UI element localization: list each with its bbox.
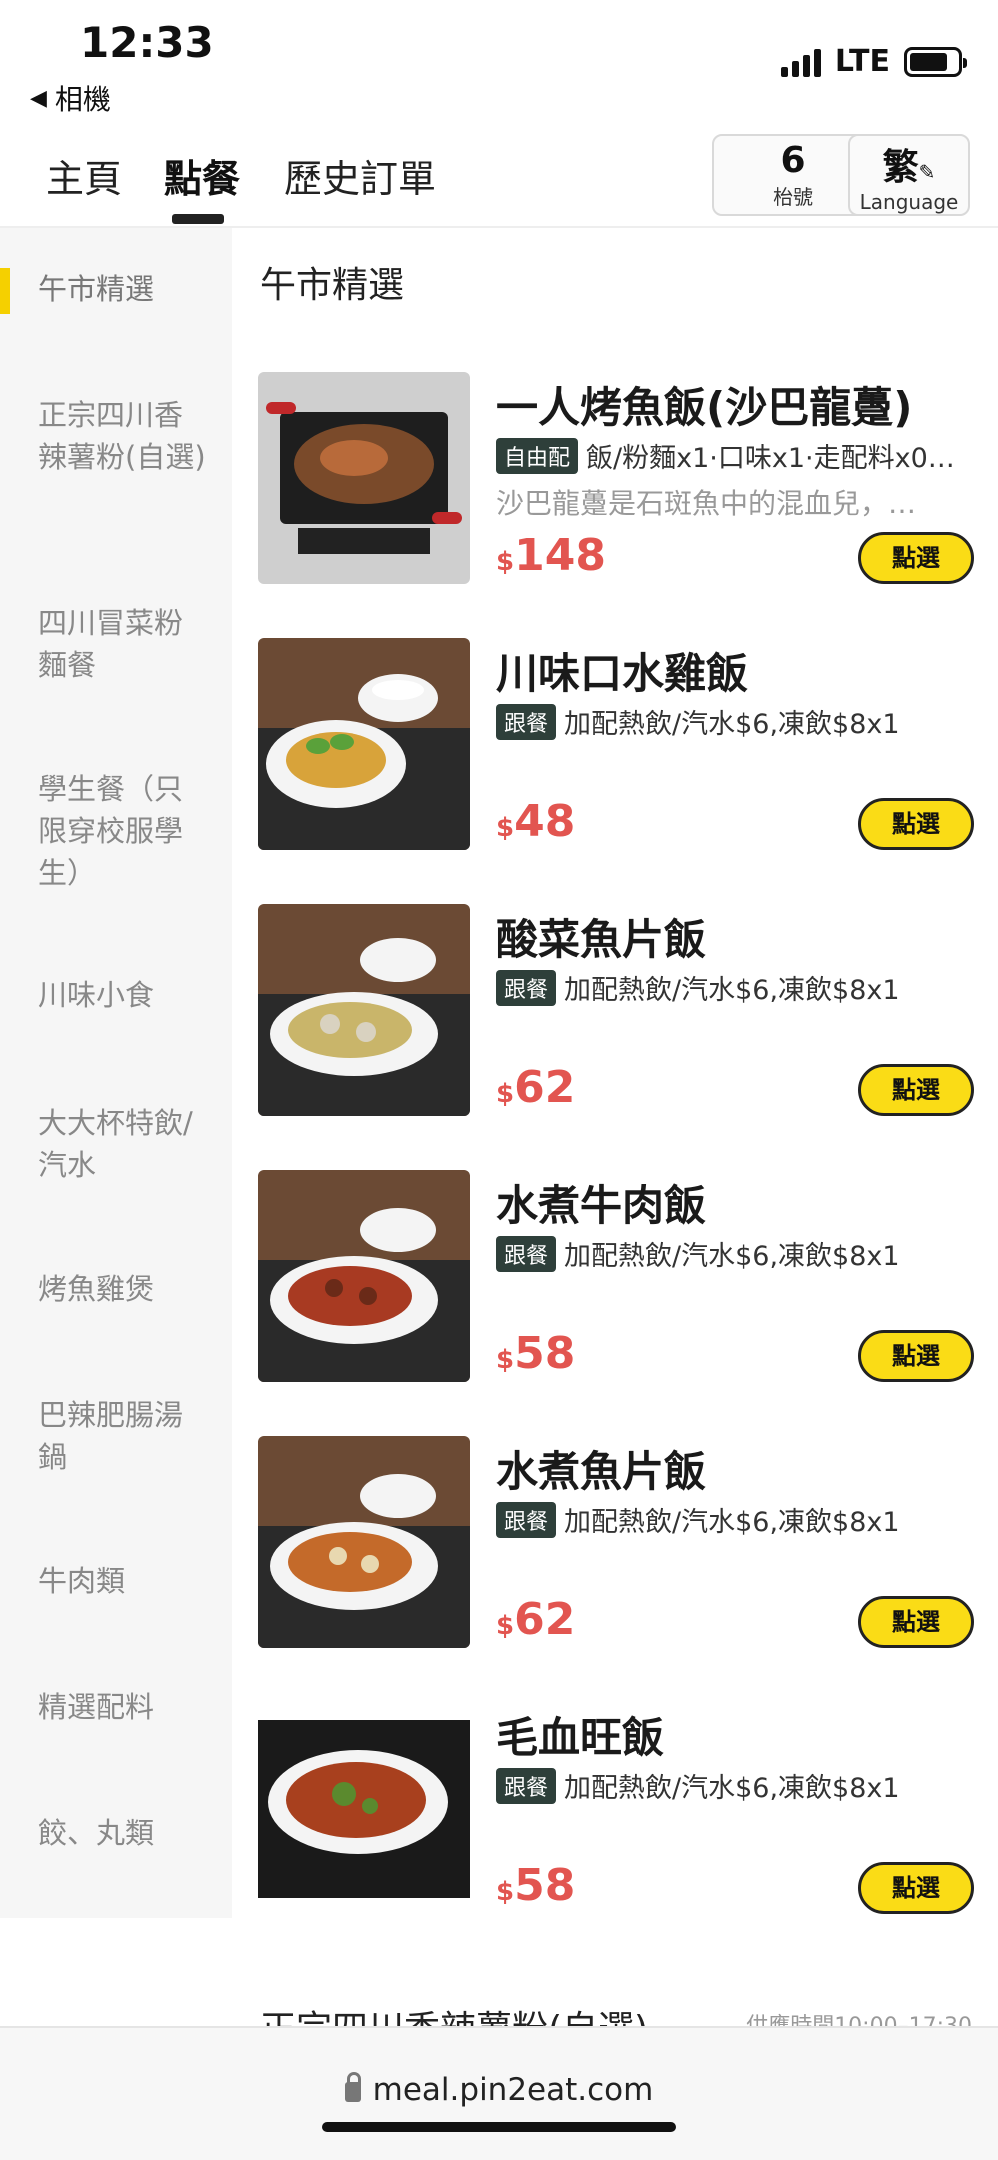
status-time: 12:33 [80,18,214,67]
item-name: 水煮牛肉飯 [496,1181,707,1230]
back-triangle-icon: ◀ [30,85,47,111]
sidebar-item-maocai[interactable]: 四川冒菜粉麵餐 [38,602,208,686]
select-button[interactable]: 點選 [858,1330,974,1382]
food-photo [258,904,470,1116]
item-description: 沙巴龍躉是石斑魚中的混血兒，… [496,487,917,520]
item-price: $62 [496,1062,576,1113]
food-photo [258,1170,470,1382]
browser-url-bar[interactable]: meal.pin2eat.com [0,2026,998,2160]
tab-order[interactable]: 點餐 [164,148,240,203]
lock-icon [344,2072,361,2102]
item-price: $148 [496,530,606,581]
language-label: Language [859,190,959,214]
item-options: 加配熱飲/汽水$6,凍飲$8x1 [564,709,900,740]
menu-item[interactable]: 川味口水雞飯 跟餐 加配熱飲/汽水$6,凍飲$8x1 $48 點選 [258,638,974,852]
item-name: 水煮魚片飯 [496,1447,707,1496]
sidebar-item-lunch[interactable]: 午市精選 [38,268,208,310]
category-sidebar: 午市精選 正宗四川香辣薯粉(自選) 四川冒菜粉麵餐 學生餐（只限穿校服學生） 川… [0,228,232,1918]
item-price: $58 [496,1860,576,1911]
tab-order-history[interactable]: 歷史訂單 [284,148,436,203]
item-options: 加配熱飲/汽水$6,凍飲$8x1 [564,975,900,1006]
item-tag: 跟餐 [496,969,557,1006]
item-price: $62 [496,1594,576,1645]
food-photo [258,1436,470,1648]
url-text: meal.pin2eat.com [372,2072,654,2108]
menu-item[interactable]: 水煮魚片飯 跟餐 加配熱飲/汽水$6,凍飲$8x1 $62 點選 [258,1436,974,1650]
item-name: 毛血旺飯 [496,1713,665,1762]
tab-home[interactable]: 主頁 [46,148,122,203]
select-button[interactable]: 點選 [858,1064,974,1116]
food-photo [258,1702,470,1914]
menu-item[interactable]: 水煮牛肉飯 跟餐 加配熱飲/汽水$6,凍飲$8x1 $58 點選 [258,1170,974,1384]
menu-item[interactable]: 一人烤魚飯(沙巴龍躉) 自由配 飯/粉麵x1·口味x1·走配料x0… 沙巴龍躉是石… [258,372,974,586]
item-price: $58 [496,1328,576,1379]
item-options: 加配熱飲/汽水$6,凍飲$8x1 [564,1507,900,1538]
active-category-marker [0,268,10,314]
battery-icon [904,46,967,77]
sidebar-item-dumplings[interactable]: 餃、丸類 [38,1812,208,1854]
sidebar-item-intestine-pot[interactable]: 巴辣肥腸湯鍋 [38,1394,208,1478]
sidebar-item-drinks[interactable]: 大大杯特飲/汽水 [38,1102,208,1186]
item-price: $48 [496,796,576,847]
status-indicators: LTE [780,44,967,79]
pencil-icon: ✎ [918,160,936,184]
signal-icon [780,47,821,77]
select-button[interactable]: 點選 [858,1596,974,1648]
sidebar-item-grilled-fish[interactable]: 烤魚雞煲 [38,1268,208,1310]
language-short: 繁 [882,147,919,188]
sidebar-item-snacks[interactable]: 川味小食 [38,974,208,1016]
back-to-camera-link[interactable]: ◀ 相機 [30,78,111,118]
back-label: 相機 [54,83,111,116]
select-button[interactable]: 點選 [858,532,974,584]
sidebar-item-toppings[interactable]: 精選配料 [38,1686,208,1728]
section-title: 午市精選 [260,265,405,306]
food-photo [258,372,470,584]
item-tag: 跟餐 [496,1235,557,1272]
item-tag: 跟餐 [496,703,557,740]
sidebar-item-beef[interactable]: 牛肉類 [38,1560,208,1602]
menu-item[interactable]: 酸菜魚片飯 跟餐 加配熱飲/汽水$6,凍飲$8x1 $62 點選 [258,904,974,1118]
menu-item[interactable]: 毛血旺飯 跟餐 加配熱飲/汽水$6,凍飲$8x1 $58 點選 [258,1702,974,1916]
active-tab-indicator [172,214,224,224]
item-options: 飯/粉麵x1·口味x1·走配料x0… [586,443,955,474]
food-photo [258,638,470,850]
item-name: 酸菜魚片飯 [496,915,707,964]
language-button[interactable]: 繁✎ Language [848,134,970,216]
item-name: 川味口水雞飯 [496,649,749,698]
item-options: 加配熱飲/汽水$6,凍飲$8x1 [564,1773,900,1804]
network-label: LTE [834,44,890,79]
item-tag: 跟餐 [496,1767,557,1804]
select-button[interactable]: 點選 [858,798,974,850]
top-nav: 主頁 點餐 歷史訂單 6 枱號 繁✎ Language [0,130,998,228]
item-name: 一人烤魚飯(沙巴龍躉) [496,383,913,432]
select-button[interactable]: 點選 [858,1862,974,1914]
sidebar-item-student-meal[interactable]: 學生餐（只限穿校服學生） [38,768,208,894]
sidebar-item-sichuan-noodles[interactable]: 正宗四川香辣薯粉(自選) [38,394,208,478]
item-options: 加配熱飲/汽水$6,凍飲$8x1 [564,1241,900,1272]
item-tag: 自由配 [496,437,579,474]
item-tag: 跟餐 [496,1501,557,1538]
home-indicator[interactable] [322,2122,676,2132]
